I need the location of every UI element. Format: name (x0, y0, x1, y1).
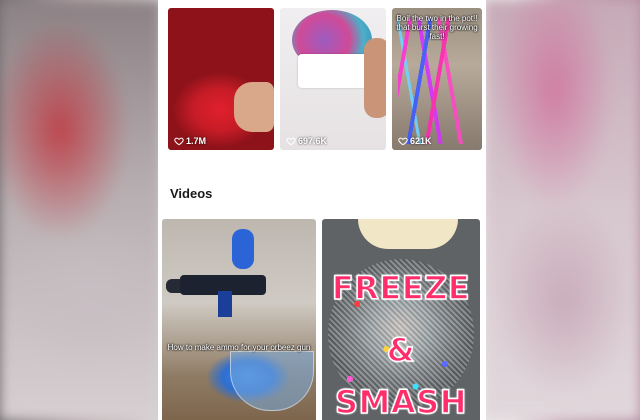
overlay-text: FREEZE (331, 268, 471, 308)
video-caption: How to make ammo for your orbeez gun (167, 343, 311, 352)
thumbnail-image (234, 82, 274, 132)
blurred-backdrop-left (0, 0, 162, 420)
heart-icon (398, 137, 408, 146)
video-card[interactable]: FREEZE & SMASH (322, 219, 480, 420)
grid-video-tile[interactable]: 1.7M (168, 8, 274, 150)
section-title-videos: Videos (170, 186, 213, 201)
thumbnail-image (358, 219, 458, 249)
blurred-backdrop-right (484, 0, 640, 420)
heart-icon (286, 137, 296, 146)
like-count-text: 697.6K (298, 136, 328, 146)
grid-video-tile[interactable]: 697.6K (280, 8, 386, 150)
video-caption: Boil the two in the pot!! that burst the… (396, 14, 478, 41)
overlay-text: SMASH (334, 382, 467, 420)
video-card[interactable]: How to make ammo for your orbeez gun (162, 219, 316, 420)
thumbnail-image (232, 229, 254, 269)
like-count-text: 1.7M (186, 136, 207, 146)
grid-video-tile[interactable]: Boil the two in the pot!! that burst the… (392, 8, 482, 150)
top-video-grid: 1.7M 697.6K Boil the two in the pot!! th… (168, 8, 486, 152)
like-count: 697.6K (286, 136, 327, 146)
like-count-text: 621K (410, 136, 432, 146)
thumbnail-image (218, 291, 232, 317)
thumbnail-image (364, 38, 386, 118)
heart-icon (174, 137, 184, 146)
thumbnail-image (298, 54, 370, 88)
like-count: 621K (398, 136, 432, 146)
thumbnail-image (230, 351, 314, 411)
like-count: 1.7M (174, 136, 206, 146)
phone-screen: 1.7M 697.6K Boil the two in the pot!! th… (158, 0, 486, 420)
overlay-text: & (386, 330, 416, 370)
